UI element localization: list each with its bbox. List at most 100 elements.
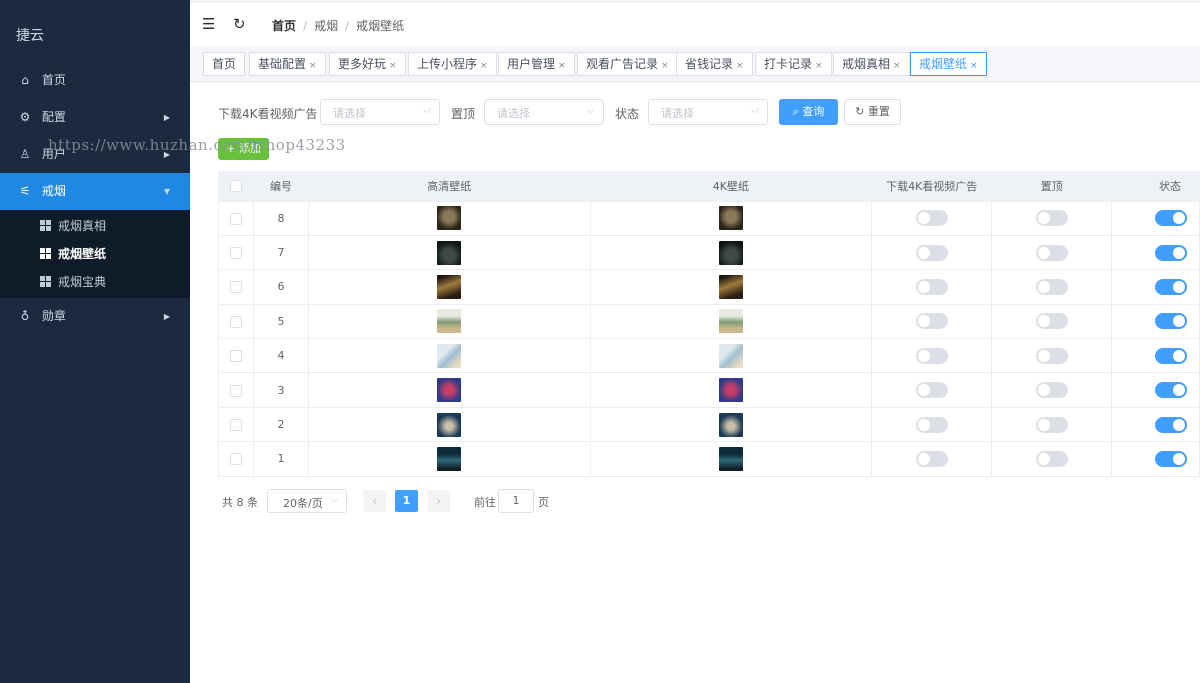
tag-upload-miniprogram[interactable]: 上传小程序 × bbox=[408, 52, 497, 76]
hd-wallpaper-thumbnail[interactable] bbox=[437, 206, 462, 231]
tag-quit-truth[interactable]: 戒烟真相 × bbox=[833, 52, 910, 76]
status-switch[interactable] bbox=[1155, 347, 1187, 364]
row-checkbox[interactable] bbox=[229, 315, 242, 328]
close-icon[interactable]: × bbox=[970, 61, 978, 71]
row-select-cell bbox=[218, 304, 254, 340]
breadcrumb-item[interactable]: 首页 bbox=[272, 19, 296, 33]
status-select[interactable]: 请选择 ⌵ bbox=[648, 99, 768, 125]
status-switch[interactable] bbox=[1155, 416, 1187, 433]
query-button[interactable]: ⌕ 查询 bbox=[779, 99, 838, 125]
status-switch[interactable] bbox=[1155, 313, 1187, 330]
row-id: 6 bbox=[253, 269, 309, 305]
top-cell bbox=[991, 372, 1113, 408]
tag-quit-wallpaper[interactable]: 戒烟壁纸 × bbox=[910, 52, 987, 76]
row-checkbox[interactable] bbox=[229, 281, 242, 294]
close-icon[interactable]: × bbox=[661, 61, 669, 71]
download-ad-switch[interactable] bbox=[915, 278, 948, 295]
table-row: 4 bbox=[218, 338, 1200, 374]
hamburger-icon[interactable]: ☰ bbox=[202, 15, 215, 33]
select-all-checkbox[interactable] bbox=[229, 180, 242, 193]
top-switch[interactable] bbox=[1035, 278, 1068, 295]
row-id: 5 bbox=[253, 304, 309, 340]
row-checkbox[interactable] bbox=[229, 247, 242, 260]
hd-wallpaper-thumbnail[interactable] bbox=[437, 240, 462, 265]
reset-button[interactable]: ↻ 重置 bbox=[844, 99, 901, 125]
top-switch[interactable] bbox=[1035, 347, 1068, 364]
page-size-select[interactable]: 20条/页 ⌵ bbox=[267, 489, 347, 513]
caret-down-icon: ▼ bbox=[163, 187, 170, 196]
4k-wallpaper-thumbnail[interactable] bbox=[718, 343, 743, 368]
row-checkbox[interactable] bbox=[229, 350, 242, 363]
download-ad-switch[interactable] bbox=[915, 313, 948, 330]
top-switch[interactable] bbox=[1035, 210, 1068, 227]
4k-wallpaper-thumbnail[interactable] bbox=[718, 274, 743, 299]
tag-checkin-records[interactable]: 打卡记录 × bbox=[755, 52, 832, 76]
top-switch[interactable] bbox=[1035, 313, 1068, 330]
pagination-total: 共 8 条 bbox=[222, 496, 258, 509]
sidebar-item-quit-smoking[interactable]: ⚟ 戒烟 ▼ bbox=[0, 173, 190, 210]
row-checkbox[interactable] bbox=[229, 419, 242, 432]
hd-wallpaper-thumbnail[interactable] bbox=[437, 378, 462, 403]
status-switch[interactable] bbox=[1155, 382, 1187, 399]
refresh-icon[interactable]: ↻ bbox=[233, 15, 246, 33]
row-checkbox[interactable] bbox=[229, 384, 242, 397]
close-icon[interactable]: × bbox=[558, 61, 566, 71]
close-icon[interactable]: × bbox=[736, 61, 744, 71]
download-ad-cell bbox=[871, 441, 993, 477]
close-icon[interactable]: × bbox=[893, 61, 901, 71]
close-icon[interactable]: × bbox=[815, 61, 823, 71]
goto-page-input[interactable]: 1 bbox=[498, 489, 534, 513]
submenu-item-truth[interactable]: 戒烟真相 bbox=[0, 210, 190, 240]
hd-wallpaper-thumbnail[interactable] bbox=[437, 412, 462, 437]
download-ad-switch[interactable] bbox=[915, 347, 948, 364]
4k-wallpaper-thumbnail[interactable] bbox=[718, 412, 743, 437]
4k-wallpaper-thumbnail[interactable] bbox=[718, 309, 743, 334]
next-page-button[interactable]: › bbox=[427, 490, 450, 512]
top-switch[interactable] bbox=[1035, 416, 1068, 433]
logo: 捷云 bbox=[16, 28, 44, 44]
prev-page-button[interactable]: ‹ bbox=[363, 490, 386, 512]
table-row: 5 bbox=[218, 304, 1200, 340]
row-checkbox[interactable] bbox=[229, 212, 242, 225]
breadcrumb-item[interactable]: 戒烟 bbox=[314, 19, 338, 33]
download-ad-switch[interactable] bbox=[915, 382, 948, 399]
tag-user-management[interactable]: 用户管理 × bbox=[498, 52, 575, 76]
tag-more-fun[interactable]: 更多好玩 × bbox=[329, 52, 406, 76]
status-switch[interactable] bbox=[1155, 210, 1187, 227]
tag-home[interactable]: 首页 bbox=[203, 52, 246, 76]
top-switch[interactable] bbox=[1035, 244, 1068, 261]
close-icon[interactable]: × bbox=[389, 61, 397, 71]
4k-wallpaper-thumbnail[interactable] bbox=[718, 378, 743, 403]
4k-wallpaper-thumbnail[interactable] bbox=[718, 240, 743, 265]
download-ad-switch[interactable] bbox=[915, 416, 948, 433]
4k-wallpaper-thumbnail[interactable] bbox=[718, 446, 743, 471]
tag-savings-records[interactable]: 省钱记录 × bbox=[676, 52, 753, 76]
top-switch[interactable] bbox=[1035, 382, 1068, 399]
hd-wallpaper-thumbnail[interactable] bbox=[437, 343, 462, 368]
sidebar-item-config[interactable]: ⚙ 配置 ▶ bbox=[0, 99, 190, 136]
hd-wallpaper-thumbnail[interactable] bbox=[437, 274, 462, 299]
download-ad-switch[interactable] bbox=[915, 450, 948, 467]
hd-wallpaper-thumbnail[interactable] bbox=[437, 446, 462, 471]
sidebar-item-home[interactable]: ⌂ 首页 bbox=[0, 62, 190, 99]
sidebar-item-medal[interactable]: ♁ 勋章 ▶ bbox=[0, 298, 190, 335]
row-checkbox[interactable] bbox=[229, 453, 242, 466]
download-ad-switch[interactable] bbox=[915, 244, 948, 261]
close-icon[interactable]: × bbox=[309, 61, 317, 71]
submenu-item-guide[interactable]: 戒烟宝典 bbox=[0, 268, 190, 298]
4k-wallpaper-thumbnail[interactable] bbox=[718, 206, 743, 231]
download-ad-select[interactable]: 请选择 ⌵ bbox=[320, 99, 440, 125]
submenu-item-wallpaper[interactable]: 戒烟壁纸 bbox=[0, 240, 190, 268]
tag-ad-records[interactable]: 观看广告记录 × bbox=[577, 52, 678, 76]
close-icon[interactable]: × bbox=[480, 61, 488, 71]
status-switch[interactable] bbox=[1155, 244, 1187, 261]
page-number-current[interactable]: 1 bbox=[395, 490, 418, 512]
tags-view: 首页 基础配置 × 更多好玩 × 上传小程序 × 用户管理 × 观看广告记录 × 省钱记录… bbox=[190, 46, 1200, 82]
status-switch[interactable] bbox=[1155, 278, 1187, 295]
status-switch[interactable] bbox=[1155, 450, 1187, 467]
tag-basic-config[interactable]: 基础配置 × bbox=[249, 52, 326, 76]
download-ad-switch[interactable] bbox=[915, 210, 948, 227]
hd-wallpaper-thumbnail[interactable] bbox=[437, 309, 462, 334]
top-switch[interactable] bbox=[1035, 450, 1068, 467]
top-select[interactable]: 请选择 ⌵ bbox=[484, 99, 604, 125]
